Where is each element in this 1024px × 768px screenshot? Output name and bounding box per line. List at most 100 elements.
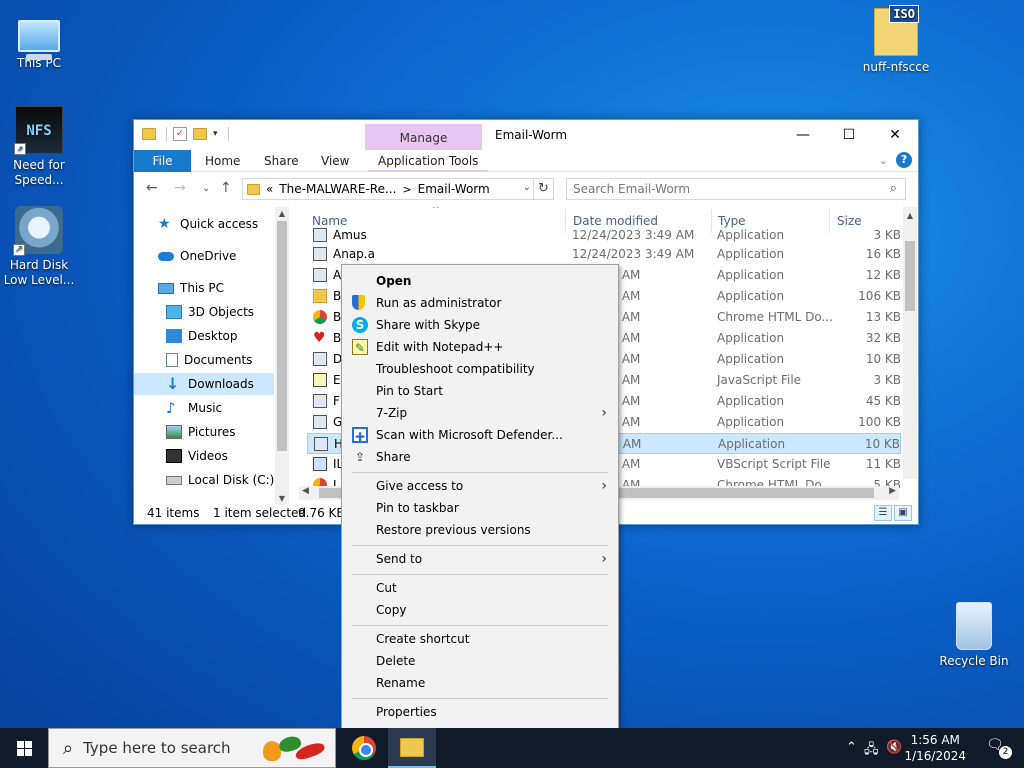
- volume-muted-icon[interactable]: 🔇: [886, 740, 902, 755]
- scroll-right-arrow-icon[interactable]: ▶: [889, 486, 896, 496]
- desktop-icon-recycle-bin[interactable]: Recycle Bin: [936, 602, 1012, 669]
- scroll-left-arrow-icon[interactable]: ◀: [302, 486, 309, 496]
- nav-item-documents[interactable]: Documents: [166, 349, 252, 371]
- tab-view[interactable]: View: [311, 150, 359, 172]
- scroll-up-arrow-icon[interactable]: ▲: [903, 211, 917, 220]
- taskbar-file-explorer-button[interactable]: [388, 728, 436, 768]
- nav-item-this-pc[interactable]: This PC: [158, 277, 224, 299]
- shield-icon: [352, 295, 365, 310]
- cloud-icon: [158, 251, 174, 261]
- tab-manage[interactable]: Manage: [365, 124, 482, 150]
- minimize-button[interactable]: —: [780, 120, 826, 150]
- notifications-button[interactable]: 🗨 2: [986, 737, 1012, 759]
- breadcrumb-item[interactable]: Email-Worm: [418, 182, 490, 196]
- search-icon: ⌕: [63, 737, 74, 759]
- menu-item-scan-with-defender[interactable]: ✚ Scan with Microsoft Defender...: [345, 424, 615, 446]
- file-name: B: [333, 289, 342, 303]
- menu-item-create-shortcut[interactable]: Create shortcut: [345, 628, 615, 650]
- desktop-icon-this-pc[interactable]: This PC: [1, 10, 77, 71]
- close-button[interactable]: ✕: [872, 120, 918, 150]
- tab-application-tools[interactable]: Application Tools: [368, 150, 489, 172]
- menu-item-run-as-administrator[interactable]: Run as administrator: [345, 292, 615, 314]
- address-bar[interactable]: « The-MALWARE-Re... > Email-Worm ⌄ ↻: [242, 178, 554, 200]
- clock[interactable]: 1:56 AM 1/16/2024: [904, 732, 966, 764]
- breadcrumb-separator[interactable]: >: [402, 183, 411, 196]
- nav-item-desktop[interactable]: Desktop: [166, 325, 238, 347]
- tab-share[interactable]: Share: [254, 150, 309, 172]
- desktop-icon-nuff-nfscce[interactable]: ISO nuff-nfscce: [858, 5, 934, 75]
- search-highlight-peppers-icon: [261, 734, 331, 763]
- back-arrow-icon[interactable]: ←: [146, 180, 158, 196]
- show-hidden-icons-chevron-icon[interactable]: ⌃: [846, 740, 857, 755]
- menu-item-pin-to-taskbar[interactable]: Pin to taskbar: [345, 497, 615, 519]
- nav-item-3d-objects[interactable]: 3D Objects: [166, 301, 254, 323]
- menu-item-send-to[interactable]: Send to ›: [345, 548, 615, 570]
- breadcrumb-overflow[interactable]: «: [266, 182, 273, 196]
- menu-divider: [352, 472, 608, 473]
- scroll-thumb[interactable]: [277, 221, 287, 451]
- recent-locations-chevron-icon[interactable]: ⌄: [202, 183, 210, 194]
- start-button[interactable]: [0, 728, 48, 768]
- refresh-icon[interactable]: ↻: [533, 179, 553, 199]
- menu-item-open[interactable]: Open: [345, 270, 615, 292]
- menu-item-delete[interactable]: Delete: [345, 650, 615, 672]
- menu-item-share[interactable]: ⇪ Share: [345, 446, 615, 468]
- menu-item-properties[interactable]: Properties: [345, 701, 615, 723]
- menu-item-pin-to-start[interactable]: Pin to Start: [345, 380, 615, 402]
- scroll-thumb[interactable]: [905, 241, 915, 311]
- title-bar[interactable]: ✓ ▾ Manage Email-Worm — ☐ ✕: [134, 120, 918, 150]
- menu-item-edit-with-notepad[interactable]: ✎ Edit with Notepad++: [345, 336, 615, 358]
- forward-arrow-icon[interactable]: →: [174, 180, 186, 196]
- scroll-up-arrow-icon[interactable]: ▲: [275, 209, 289, 218]
- table-row[interactable]: Anap.a 12/24/2023 3:49 AM Application 16 KB: [307, 244, 901, 265]
- desktop-icon-need-for-speed[interactable]: NFS ↗ Need for Speed...: [1, 106, 77, 188]
- file-size: 3 KB: [873, 228, 901, 242]
- tab-file[interactable]: File: [134, 150, 191, 172]
- nav-item-quick-access[interactable]: ★ Quick access: [158, 213, 258, 235]
- maximize-button[interactable]: ☐: [826, 120, 872, 150]
- new-folder-icon[interactable]: [193, 128, 207, 140]
- menu-item-rename[interactable]: Rename: [345, 672, 615, 694]
- up-arrow-icon[interactable]: ↑: [220, 180, 232, 196]
- menu-item-share-with-skype[interactable]: S Share with Skype: [345, 314, 615, 336]
- nav-item-pictures[interactable]: Pictures: [166, 421, 236, 443]
- help-icon[interactable]: ?: [896, 152, 912, 168]
- nfs-game-icon: NFS ↗: [14, 106, 63, 155]
- share-icon: ⇪: [354, 450, 366, 464]
- properties-check-icon[interactable]: ✓: [173, 127, 187, 141]
- address-dropdown-chevron-icon[interactable]: ⌄: [523, 182, 531, 193]
- network-icon[interactable]: 🖧: [864, 740, 879, 762]
- details-view-icon[interactable]: ☰: [874, 505, 892, 521]
- desktop-icon-hard-disk[interactable]: ↗ Hard Disk Low Level...: [1, 206, 77, 288]
- expand-ribbon-chevron-icon[interactable]: ⌄: [879, 154, 888, 167]
- file-name: B: [333, 331, 342, 345]
- search-input[interactable]: Search Email-Worm ⌕: [566, 178, 906, 200]
- file-size: 11 KB: [865, 457, 901, 471]
- file-list-scrollbar[interactable]: ▲: [903, 207, 917, 479]
- clock-date: 1/16/2024: [904, 749, 966, 763]
- menu-item-7-zip[interactable]: 7-Zip ›: [345, 402, 615, 424]
- table-row[interactable]: Amus 12/24/2023 3:49 AM Application 3 KB: [307, 225, 901, 246]
- menu-item-label: Share: [376, 450, 411, 464]
- nav-item-onedrive[interactable]: OneDrive: [158, 245, 236, 267]
- hard-disk-icon: ↗: [13, 206, 63, 256]
- menu-item-restore-previous-versions[interactable]: Restore previous versions: [345, 519, 615, 541]
- nav-item-videos[interactable]: Videos: [166, 445, 228, 467]
- customize-toolbar-chevron-icon[interactable]: ▾: [213, 129, 218, 139]
- menu-item-cut[interactable]: Cut: [345, 577, 615, 599]
- nav-item-music[interactable]: ♪ Music: [166, 397, 222, 419]
- breadcrumb-item[interactable]: The-MALWARE-Re...: [279, 182, 396, 196]
- nav-item-downloads[interactable]: ↓ Downloads: [134, 373, 274, 395]
- navigation-scrollbar[interactable]: ▲ ▼: [275, 207, 289, 505]
- large-icons-view-icon[interactable]: ▣: [894, 505, 912, 521]
- taskbar-chrome-button[interactable]: [339, 728, 387, 768]
- menu-item-troubleshoot-compatibility[interactable]: Troubleshoot compatibility: [345, 358, 615, 380]
- menu-item-copy[interactable]: Copy: [345, 599, 615, 621]
- taskbar-search-box[interactable]: ⌕ Type here to search: [48, 728, 336, 768]
- music-icon: ♪: [166, 399, 176, 417]
- tab-home[interactable]: Home: [195, 150, 250, 172]
- menu-item-give-access-to[interactable]: Give access to ›: [345, 475, 615, 497]
- scroll-down-arrow-icon[interactable]: ▼: [275, 494, 289, 503]
- computer-icon: [158, 282, 174, 294]
- nav-item-local-disk[interactable]: Local Disk (C:): [166, 469, 274, 491]
